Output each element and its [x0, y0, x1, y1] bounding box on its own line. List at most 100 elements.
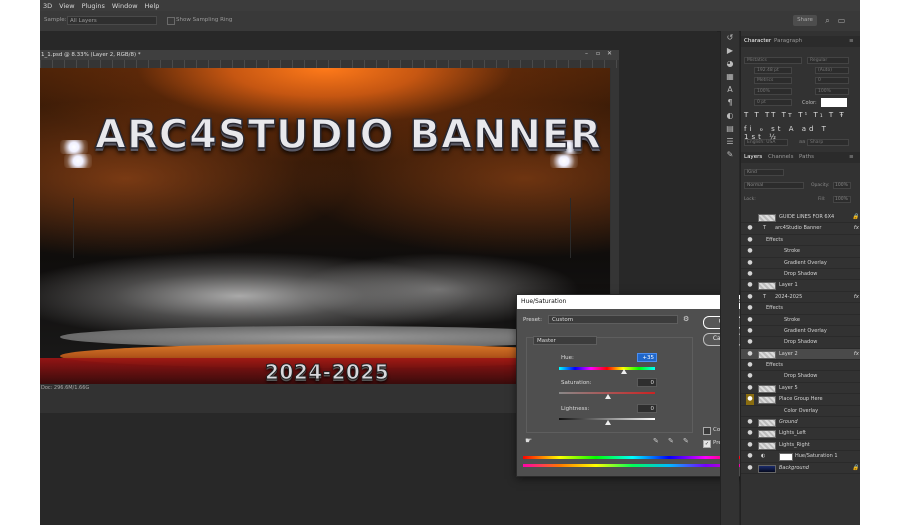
fill-field[interactable]: 100%: [833, 196, 851, 203]
visibility-eye-icon[interactable]: ●: [746, 258, 754, 268]
effects-row[interactable]: ● Effects: [741, 303, 860, 315]
layer-row[interactable]: ● Lights_Left: [741, 428, 860, 440]
visibility-eye-icon[interactable]: ●: [746, 463, 754, 473]
properties-icon[interactable]: ☰: [721, 135, 739, 148]
visibility-eye-icon[interactable]: ●: [746, 269, 754, 279]
glyphs-icon[interactable]: A: [721, 83, 739, 96]
history-icon[interactable]: ↺: [721, 31, 739, 44]
visibility-eye-icon[interactable]: ●: [746, 326, 754, 336]
anti-alias-select[interactable]: Sharp: [807, 139, 849, 146]
effect-row[interactable]: ● Drop Shadow: [741, 337, 860, 349]
visibility-eye-icon[interactable]: ●: [746, 360, 754, 370]
visibility-eye-icon[interactable]: ●: [746, 292, 754, 302]
layer-row[interactable]: ● Lights_Right: [741, 440, 860, 452]
preview-checkbox[interactable]: ✓: [703, 440, 711, 448]
share-button[interactable]: Share: [793, 15, 817, 26]
lightness-field[interactable]: 0: [637, 404, 657, 413]
font-size-field[interactable]: 192.48 pt: [754, 67, 792, 74]
layer-row[interactable]: GUIDE LINES FOR 6X4 🔒: [741, 212, 860, 224]
layers-menu-icon[interactable]: ≡: [849, 152, 854, 163]
layer-row[interactable]: ● Background 🔒: [741, 463, 860, 474]
sample-select[interactable]: All Layers: [67, 16, 157, 25]
preset-options-icon[interactable]: ⚙: [683, 315, 689, 323]
visibility-eye-icon[interactable]: ●: [746, 440, 754, 450]
paragraph-icon[interactable]: ¶: [721, 96, 739, 109]
effect-row[interactable]: ● Gradient Overlay: [741, 326, 860, 338]
search-icon[interactable]: ⌕: [823, 16, 832, 25]
fx-icon[interactable]: fx: [854, 292, 859, 302]
fx-icon[interactable]: fx: [854, 223, 859, 233]
visibility-eye-icon[interactable]: ●: [746, 417, 754, 427]
layer-filter-select[interactable]: Kind: [744, 169, 784, 176]
menu-3d[interactable]: 3D: [43, 2, 52, 10]
effect-row[interactable]: Color Overlay: [741, 406, 860, 418]
play-actions-icon[interactable]: ▶: [721, 44, 739, 57]
eyedropper-add-icon[interactable]: ✎: [668, 437, 674, 445]
maximize-icon[interactable]: ▫: [596, 50, 600, 57]
saturation-field[interactable]: 0: [637, 378, 657, 387]
swatches-icon[interactable]: ▦: [721, 70, 739, 83]
workspace-icon[interactable]: ▭: [837, 16, 846, 25]
visibility-eye-icon[interactable]: ●: [746, 303, 754, 313]
tab-channels[interactable]: Channels: [768, 152, 793, 163]
libraries-icon[interactable]: ▤: [721, 122, 739, 135]
tab-paths[interactable]: Paths: [799, 152, 814, 163]
leading-field[interactable]: (Auto): [815, 67, 849, 74]
effects-row[interactable]: ● Effects: [741, 360, 860, 372]
vertical-scale-field[interactable]: 100%: [754, 88, 792, 95]
horizontal-scale-field[interactable]: 100%: [815, 88, 849, 95]
visibility-eye-icon[interactable]: ●: [746, 383, 754, 393]
opacity-field[interactable]: 100%: [833, 182, 851, 189]
text-color-swatch[interactable]: [821, 98, 847, 107]
blend-mode-select[interactable]: Normal: [744, 182, 804, 189]
visibility-eye-icon[interactable]: ●: [746, 349, 754, 359]
visibility-eye-icon[interactable]: ●: [746, 371, 754, 381]
hue-slider[interactable]: [559, 367, 655, 370]
visibility-eye-icon[interactable]: ●: [746, 223, 754, 233]
effect-row[interactable]: ● Drop Shadow: [741, 269, 860, 281]
layer-row[interactable]: ● T arc4Studio Banner fx: [741, 223, 860, 235]
targeted-adjust-hand-icon[interactable]: ☛: [525, 436, 532, 445]
baseline-shift-field[interactable]: 0 pt: [754, 99, 792, 106]
adjust-icon[interactable]: ◐: [721, 109, 739, 122]
visibility-eye-icon[interactable]: ●: [746, 451, 754, 461]
colorize-checkbox[interactable]: [703, 427, 711, 435]
channel-select[interactable]: Master: [533, 336, 597, 345]
saturation-slider-thumb[interactable]: [605, 394, 611, 399]
layer-row[interactable]: ● Place Group Here: [741, 394, 860, 406]
visibility-eye-icon[interactable]: ●: [746, 315, 754, 325]
opentype-buttons[interactable]: fi ℴ st A ad T 1st ½: [744, 125, 854, 141]
close-doc-icon[interactable]: ✕: [607, 50, 612, 57]
kerning-field[interactable]: Metrics: [754, 77, 792, 84]
color-icon[interactable]: ◕: [721, 57, 739, 70]
preset-select[interactable]: Custom: [548, 315, 678, 324]
brush-icon[interactable]: ✎: [721, 148, 739, 161]
visibility-eye-icon[interactable]: ●: [746, 280, 754, 290]
font-family-select[interactable]: Mistatics: [744, 57, 802, 64]
effect-row[interactable]: ● Drop Shadow: [741, 371, 860, 383]
tab-character[interactable]: Character: [744, 36, 771, 47]
layer-row-selected[interactable]: ● Layer 2 fx: [741, 348, 860, 361]
menu-plugins[interactable]: Plugins: [82, 2, 105, 10]
hue-slider-thumb[interactable]: [621, 369, 627, 374]
menu-view[interactable]: View: [59, 2, 74, 10]
hue-field[interactable]: +35: [637, 353, 657, 362]
effects-row[interactable]: ● Effects: [741, 235, 860, 247]
visibility-eye-icon[interactable]: ●: [746, 337, 754, 347]
eyedropper-icon[interactable]: ✎: [653, 437, 659, 445]
lightness-slider-thumb[interactable]: [605, 420, 611, 425]
visibility-eye-icon[interactable]: ●: [746, 235, 754, 245]
language-select[interactable]: English: USA: [744, 139, 788, 146]
panel-menu-icon[interactable]: ≡: [849, 36, 854, 47]
menu-window[interactable]: Window: [112, 2, 138, 10]
visibility-eye-icon[interactable]: ●: [746, 394, 754, 405]
eyedropper-subtract-icon[interactable]: ✎: [683, 437, 689, 445]
tab-paragraph[interactable]: Paragraph: [774, 36, 802, 47]
layer-row[interactable]: ● Layer 1: [741, 280, 860, 292]
visibility-eye-icon[interactable]: ●: [746, 246, 754, 256]
minimize-icon[interactable]: –: [585, 50, 588, 57]
menu-help[interactable]: Help: [145, 2, 160, 10]
text-style-buttons[interactable]: T T TT Tт T¹ T₁ T Ŧ: [744, 111, 854, 121]
visibility-eye-icon[interactable]: ●: [746, 428, 754, 438]
layer-row[interactable]: ● ◐ Hue/Saturation 1: [741, 451, 860, 463]
